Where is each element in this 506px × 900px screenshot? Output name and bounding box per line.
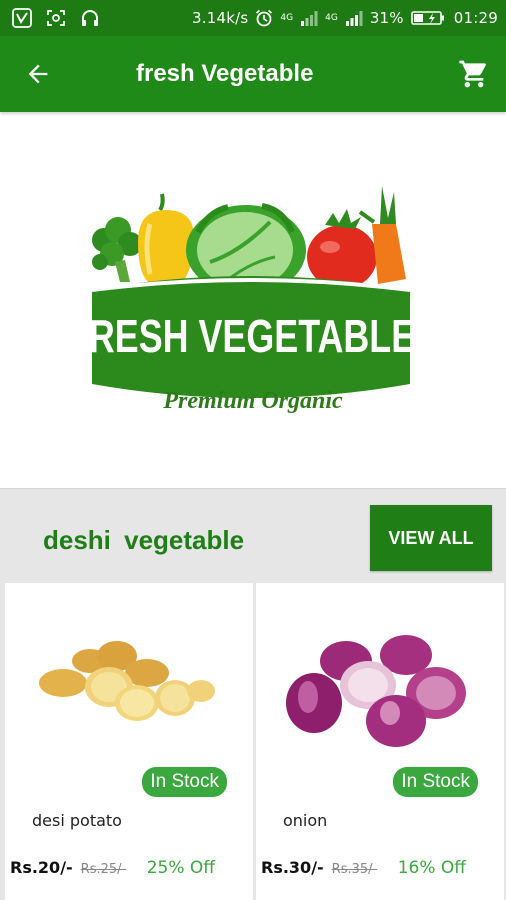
signal-icon-2 bbox=[345, 10, 363, 26]
yellow-pepper-icon bbox=[138, 193, 195, 282]
tomato-icon bbox=[307, 209, 377, 289]
signal-icon-1 bbox=[300, 10, 318, 26]
selling-price: Rs.30/- bbox=[261, 858, 324, 877]
view-all-button[interactable]: VIEW ALL bbox=[370, 505, 492, 571]
banner-title: FRESH VEGETABLES bbox=[66, 310, 440, 362]
discount-label: 25% Off bbox=[146, 858, 215, 878]
selling-price: Rs.20/- bbox=[10, 858, 73, 877]
clock: 01:29 bbox=[453, 9, 498, 27]
vegetables-illustration bbox=[91, 186, 411, 398]
screenshot-icon bbox=[46, 9, 66, 27]
app-toolbar: fresh Vegetable bbox=[0, 36, 506, 112]
stock-badge: In Stock bbox=[142, 767, 227, 797]
app-notification-icon bbox=[12, 8, 32, 28]
battery-percent: 31% bbox=[369, 9, 404, 27]
network-speed: 3.14k/s bbox=[192, 9, 249, 27]
battery-charging-icon bbox=[410, 10, 447, 26]
network-type-1: 4G bbox=[280, 12, 294, 23]
stock-badge: In Stock bbox=[393, 767, 478, 797]
price-row: Rs.20/- Rs.25/- 25% Off bbox=[10, 858, 250, 878]
section-title: deshi vegetable bbox=[43, 525, 245, 555]
arrow-back-icon bbox=[28, 64, 48, 84]
broccoli-icon bbox=[92, 217, 142, 282]
banner: FRESH VEGETABLES Premium Organic bbox=[0, 112, 506, 488]
discount-label: 16% Off bbox=[397, 858, 466, 878]
status-bar: 3.14k/s 4G 4G 31% 01:29 bbox=[0, 0, 506, 36]
original-price: Rs.25/- bbox=[80, 862, 127, 877]
network-type-2: 4G bbox=[325, 12, 338, 23]
banner-subtitle: Premium Organic bbox=[163, 388, 343, 414]
product-card-desi-potato[interactable]: In Stock desi potato Rs.20/- Rs.25/- 25%… bbox=[5, 583, 253, 900]
shopping-cart-icon bbox=[459, 60, 486, 88]
onion-image bbox=[286, 635, 466, 747]
app-screen: 3.14k/s 4G 4G 31% 01:29 fresh Vegetable bbox=[0, 0, 506, 900]
price-row: Rs.30/- Rs.35/- 16% Off bbox=[261, 858, 501, 878]
original-price: Rs.35/- bbox=[331, 862, 378, 877]
product-name: onion bbox=[283, 811, 328, 830]
product-card-onion[interactable]: In Stock onion Rs.30/- Rs.35/- 16% Off bbox=[256, 583, 504, 900]
headphones-icon bbox=[80, 9, 100, 27]
category-section: deshi vegetable VIEW ALL In Stock desi p… bbox=[0, 488, 506, 900]
potato-image bbox=[39, 641, 215, 721]
cart-button[interactable] bbox=[456, 56, 492, 92]
back-button[interactable] bbox=[0, 36, 76, 112]
page-title: fresh Vegetable bbox=[136, 60, 314, 87]
product-name: desi potato bbox=[32, 811, 122, 830]
alarm-icon bbox=[255, 9, 273, 27]
